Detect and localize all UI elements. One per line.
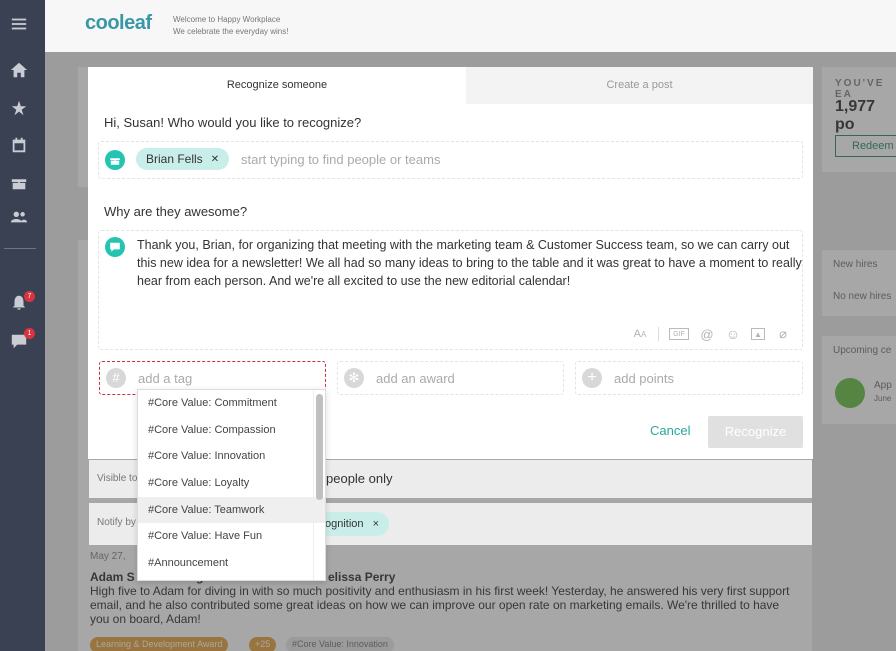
points-placeholder: add points xyxy=(614,371,674,386)
help-badge: 1 xyxy=(24,328,35,339)
tag-placeholder: add a tag xyxy=(138,371,193,386)
mention-icon[interactable]: @ xyxy=(699,326,715,342)
recognize-button[interactable]: Recognize xyxy=(708,416,803,448)
tab-recognize-someone[interactable]: Recognize someone xyxy=(88,67,466,104)
remove-recipient-icon[interactable]: ✕ xyxy=(211,154,219,165)
tab-create-post[interactable]: Create a post xyxy=(466,67,813,104)
home-icon[interactable] xyxy=(8,59,30,81)
plus-icon: + xyxy=(582,368,602,388)
points-input[interactable]: + add points xyxy=(575,361,803,395)
tagline: Welcome to Happy Workplace We celebrate … xyxy=(173,15,289,36)
tag-option[interactable]: #Core Value: Innovation xyxy=(138,443,325,470)
notification-badge: 7 xyxy=(24,291,35,302)
menu-icon[interactable] xyxy=(8,13,30,35)
dropdown-scrollbar[interactable] xyxy=(316,394,323,500)
logo: cooleaf xyxy=(85,12,152,34)
hashtag-icon: # xyxy=(106,368,126,388)
tag-dropdown[interactable]: #Core Value: Commitment #Core Value: Com… xyxy=(137,389,326,581)
award-icon: ✻ xyxy=(344,368,364,388)
tag-option[interactable]: #Core Value: Compassion xyxy=(138,417,325,444)
why-label: Why are they awesome? xyxy=(104,204,248,219)
attachment-icon[interactable]: ⌀ xyxy=(775,326,791,342)
sidebar-divider xyxy=(4,248,36,249)
cancel-button[interactable]: Cancel xyxy=(650,423,690,438)
recognition-icon[interactable] xyxy=(8,97,30,119)
emoji-icon[interactable]: ☺ xyxy=(725,326,741,342)
tag-option-highlighted[interactable]: #Core Value: Teamwork xyxy=(138,496,325,524)
calendar-icon[interactable] xyxy=(8,134,30,156)
recipient-chip[interactable]: Brian Fells ✕ xyxy=(136,148,230,170)
people-icon[interactable] xyxy=(8,206,30,228)
font-icon[interactable]: AA xyxy=(632,326,648,342)
tag-option[interactable]: #Core Value: Have Fun xyxy=(138,523,325,550)
recipient-placeholder: start typing to find people or teams xyxy=(241,152,441,167)
sidebar: 7 1 xyxy=(0,0,45,651)
recipient-chip-label: Brian Fells xyxy=(146,152,203,166)
image-icon[interactable]: ▲ xyxy=(751,328,765,340)
award-placeholder: add an award xyxy=(376,371,455,386)
tag-option[interactable]: #Core Value: Commitment xyxy=(138,390,325,417)
notify-chip-front[interactable]: ognition × xyxy=(319,512,390,536)
gift-icon[interactable] xyxy=(8,171,30,193)
award-input[interactable]: ✻ add an award xyxy=(337,361,564,395)
greeting-label: Hi, Susan! Who would you like to recogni… xyxy=(104,115,362,130)
editor-toolbar: AA GIF @ ☺ ▲ ⌀ xyxy=(632,326,791,342)
topbar: cooleaf Welcome to Happy Workplace We ce… xyxy=(45,0,896,52)
comment-icon xyxy=(105,237,125,257)
gift-icon xyxy=(105,150,125,170)
tag-option[interactable]: #Core Value: Loyalty xyxy=(138,470,325,497)
tag-option[interactable]: #Announcement xyxy=(138,550,325,577)
gif-icon[interactable]: GIF xyxy=(669,328,689,340)
toolbar-divider xyxy=(658,327,659,341)
message-text[interactable]: Thank you, Brian, for organizing that me… xyxy=(137,236,805,290)
